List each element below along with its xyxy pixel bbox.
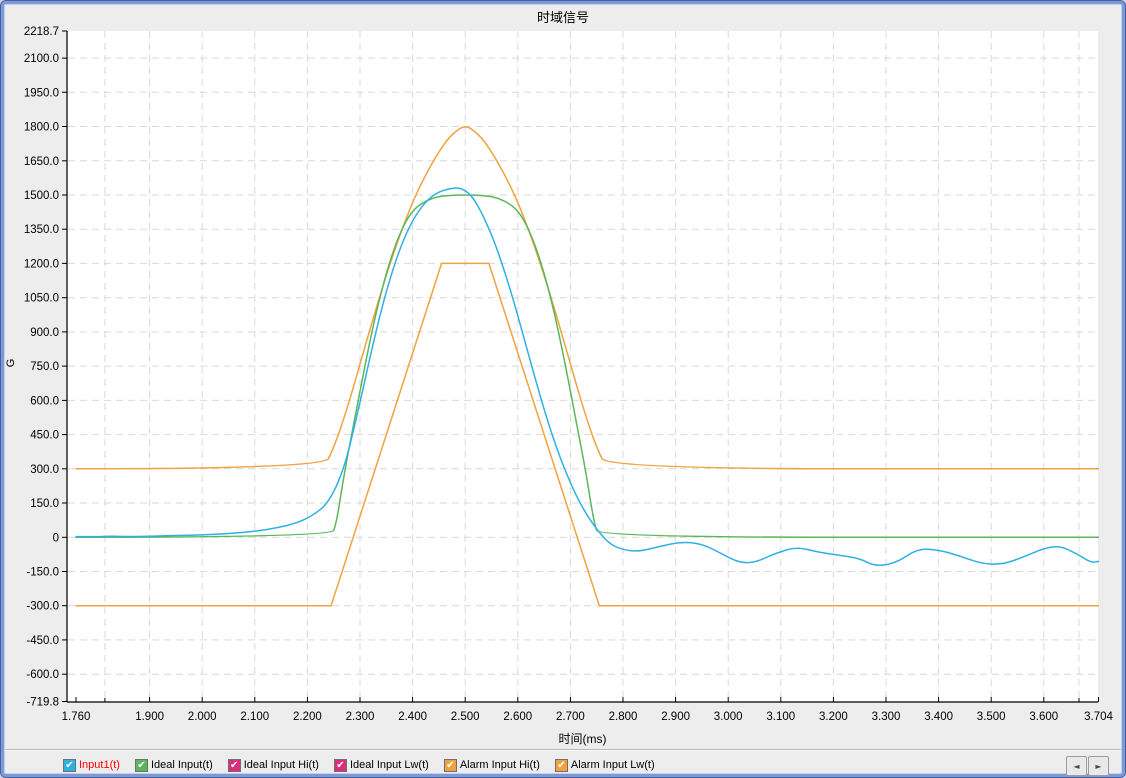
y-tick-label: 2100.0 [24, 53, 59, 65]
scroll-left-button[interactable]: ◄ [1066, 756, 1087, 776]
x-tick-label: 2.400 [398, 711, 427, 723]
y-tick-label: -450.0 [26, 635, 59, 647]
x-tick-label: 2.000 [188, 711, 217, 723]
x-tick-label: 2.300 [346, 711, 375, 723]
y-axis-title: G [5, 358, 17, 368]
left-arrow-icon: ◄ [1073, 761, 1080, 771]
x-tick-label: 1.900 [135, 711, 164, 723]
scroll-right-button[interactable]: ► [1088, 756, 1109, 776]
x-tick-label: 3.600 [1029, 711, 1058, 723]
legend-label-ideal-input: Ideal Input(t) [150, 759, 213, 771]
x-tick-label: 2.800 [609, 711, 638, 723]
y-tick-label: 0 [53, 532, 59, 544]
x-tick-label: 3.200 [819, 711, 848, 723]
legend-item-ideal-input[interactable]: ✔ Ideal Input(t) [134, 758, 213, 772]
legend-item-alarm-input-lw[interactable]: ✔ Alarm Input Lw(t) [554, 758, 655, 772]
legend-item-ideal-input-lw[interactable]: ✔ Ideal Input Lw(t) [333, 758, 429, 772]
legend-separator [5, 749, 1121, 751]
y-tick-label: 1350.0 [24, 224, 59, 236]
legend-label-ideal-input-hi: Ideal Input Hi(t) [243, 759, 319, 771]
y-tick-label: -150.0 [26, 567, 59, 579]
x-tick-label: 2.200 [293, 711, 322, 723]
ideal-input-checkbox-icon[interactable]: ✔ [134, 758, 148, 772]
x-tick-label: 3.704 [1084, 711, 1113, 723]
x-tick-label: 3.500 [977, 711, 1006, 723]
y-tick-label: 300.0 [30, 464, 59, 476]
plot-background[interactable] [68, 31, 1098, 702]
x-tick-label: 2.700 [556, 711, 585, 723]
ideal-input-hi-checkbox-icon[interactable]: ✔ [227, 758, 241, 772]
y-tick-label: 150.0 [30, 498, 59, 510]
legend-item-input1[interactable]: ✔ Input1(t) [63, 758, 120, 772]
alarm-input-lw-checkbox-icon[interactable]: ✔ [554, 758, 568, 772]
y-tick-label: 2218.7 [24, 26, 59, 38]
y-tick-label: 1800.0 [24, 122, 59, 134]
y-tick-label: 1500.0 [24, 190, 59, 202]
y-tick-label: 1950.0 [24, 87, 59, 99]
y-tick-label: 900.0 [30, 327, 59, 339]
legend-label-alarm-input-hi: Alarm Input Hi(t) [459, 759, 540, 771]
legend-item-ideal-input-hi[interactable]: ✔ Ideal Input Hi(t) [227, 758, 319, 772]
x-tick-label: 2.100 [240, 711, 269, 723]
x-tick-label: 3.100 [766, 711, 795, 723]
x-tick-label: 3.000 [714, 711, 743, 723]
x-axis-title: 时间(ms) [558, 732, 607, 746]
y-tick-label: 750.0 [30, 361, 59, 373]
ideal-input-lw-checkbox-icon[interactable]: ✔ [333, 758, 347, 772]
legend-label-ideal-input-lw: Ideal Input Lw(t) [349, 759, 429, 771]
y-tick-label: 1650.0 [24, 156, 59, 168]
input1-checkbox-icon[interactable]: ✔ [63, 758, 76, 772]
right-arrow-icon: ► [1095, 761, 1102, 771]
alarm-input-hi-checkbox-icon[interactable]: ✔ [443, 758, 457, 772]
y-tick-label: -600.0 [26, 669, 59, 681]
legend-bar: ✔ Input1(t) ✔ Ideal Input(t) ✔ Ideal Input Hi… [63, 755, 655, 775]
x-tick-label: 2.500 [451, 711, 480, 723]
legend-item-alarm-input-hi[interactable]: ✔ Alarm Input Hi(t) [443, 758, 540, 772]
y-tick-label: -719.8 [26, 697, 59, 709]
x-tick-label: 1.760 [62, 711, 91, 723]
chart-canvas[interactable]: 2218.7 2100.0 1950.0 1800.0 1650.0 1500.0 1350… [1, 1, 1126, 778]
scroll-button-group: ◄ ► [1065, 756, 1109, 776]
y-tick-label: -300.0 [26, 601, 59, 613]
x-tick-label: 3.300 [872, 711, 901, 723]
signal-viewer-window: 时域信号 2218.7 2100.0 1950.0 1800.0 1650.0 1500.… [0, 0, 1126, 778]
x-tick-label: 2.600 [503, 711, 532, 723]
legend-label-alarm-input-lw: Alarm Input Lw(t) [570, 759, 655, 771]
legend-label-input1: Input1(t) [79, 759, 120, 771]
y-tick-label: 1200.0 [24, 258, 59, 270]
y-tick-label: 600.0 [30, 395, 59, 407]
x-tick-label: 3.400 [924, 711, 953, 723]
y-tick-label: 1050.0 [24, 293, 59, 305]
x-tick-label: 2.900 [661, 711, 690, 723]
y-tick-label: 450.0 [30, 430, 59, 442]
